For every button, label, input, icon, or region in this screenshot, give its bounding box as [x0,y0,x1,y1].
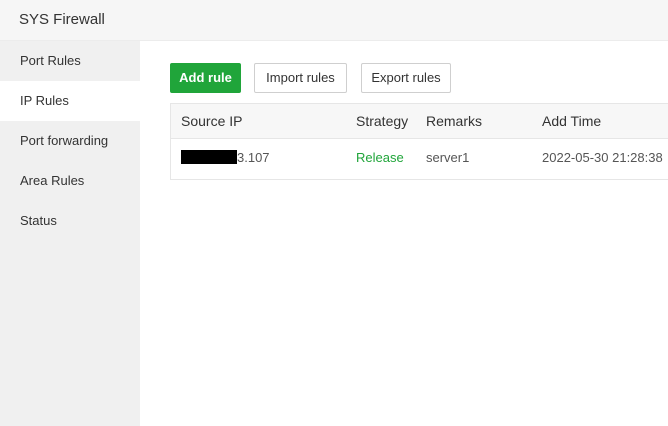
import-rules-button[interactable]: Import rules [254,63,347,93]
strategy-cell: Release [356,150,404,165]
column-header-add-time[interactable]: Add Time [542,104,601,139]
main-content: Add rule Import rules Export rules Sourc… [140,41,668,426]
table-row[interactable]: 3.107 Release server1 2022-05-30 21:28:3… [171,139,668,179]
sidebar-item-port-forwarding[interactable]: Port forwarding [0,121,140,161]
sidebar-item-status[interactable]: Status [0,201,140,241]
column-header-remarks[interactable]: Remarks [426,104,482,139]
sidebar: Port Rules IP Rules Port forwarding Area… [0,41,140,426]
sidebar-item-port-rules[interactable]: Port Rules [0,41,140,81]
sidebar-item-area-rules[interactable]: Area Rules [0,161,140,201]
source-ip-cell: 3.107 [181,139,270,177]
remarks-cell: server1 [426,150,470,165]
table-header: Source IP Strategy Remarks Add Time [171,104,668,139]
add-time-cell: 2022-05-30 21:28:38 [542,150,663,165]
add-rule-button[interactable]: Add rule [170,63,241,93]
ip-rules-table: Source IP Strategy Remarks Add Time 3.10… [170,103,668,180]
redaction-block [181,150,237,164]
source-ip-suffix: 3.107 [237,150,270,165]
export-rules-button[interactable]: Export rules [361,63,451,93]
app-title: SYS Firewall [19,11,105,28]
app-header: SYS Firewall [0,0,668,41]
column-header-source-ip[interactable]: Source IP [181,104,242,139]
column-header-strategy[interactable]: Strategy [356,104,408,139]
sidebar-item-ip-rules[interactable]: IP Rules [0,81,140,121]
